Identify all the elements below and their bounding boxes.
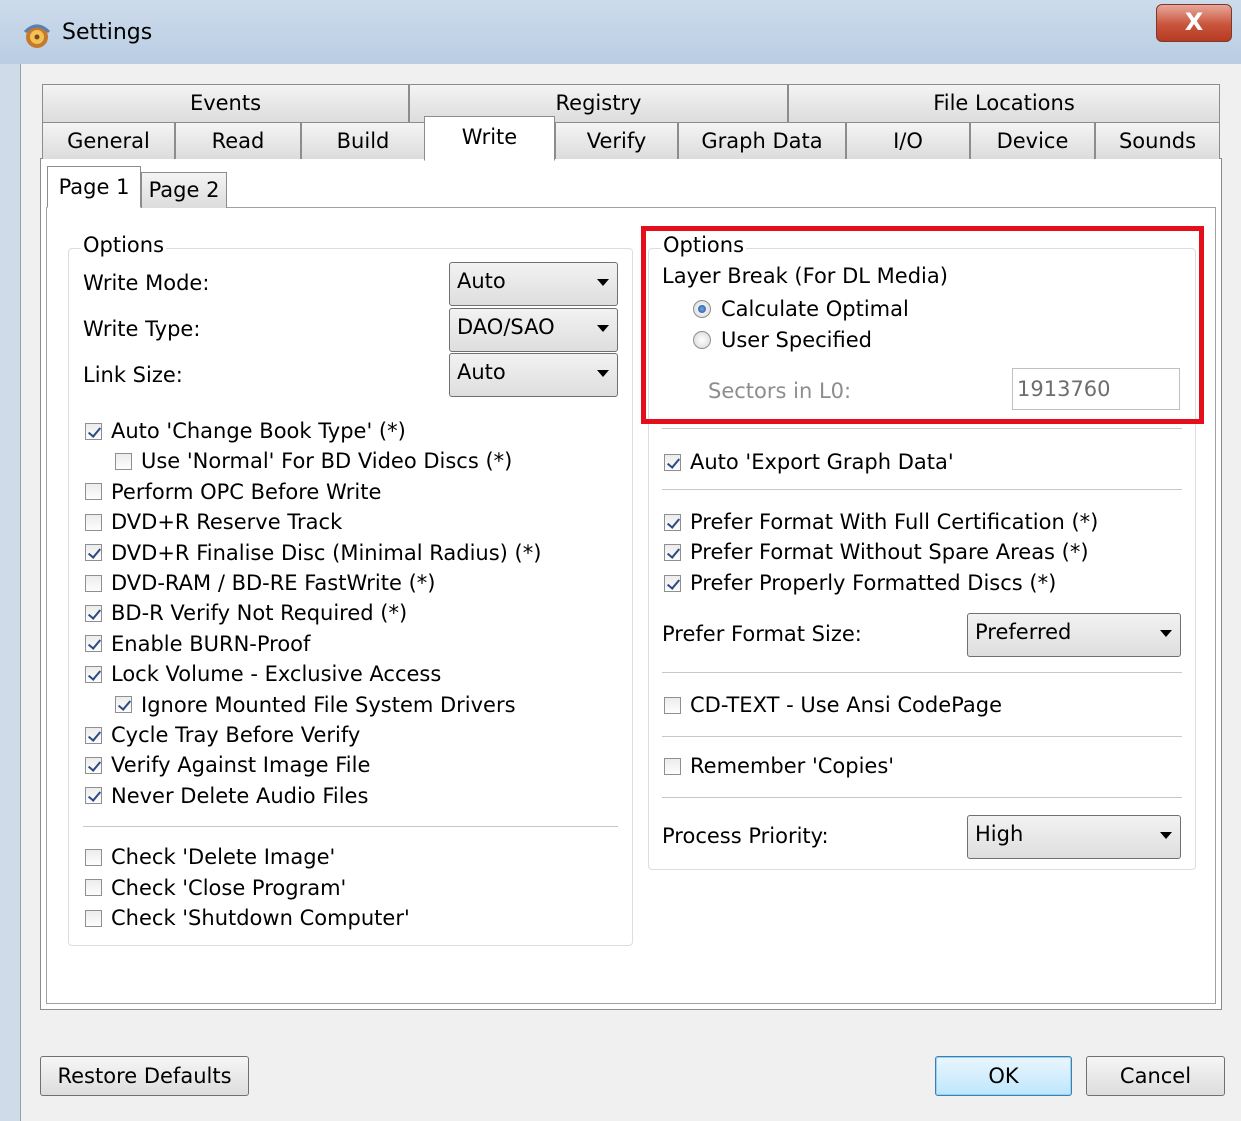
chevron-down-icon bbox=[1160, 630, 1172, 637]
write-type-label: Write Type: bbox=[83, 317, 201, 341]
link-size-label: Link Size: bbox=[83, 363, 183, 387]
divider bbox=[662, 672, 1182, 673]
format-size-dropdown[interactable]: Preferred bbox=[967, 613, 1181, 657]
tab-write[interactable]: Write bbox=[424, 116, 555, 161]
tab-verify[interactable]: Verify bbox=[555, 122, 678, 159]
checkbox-item[interactable]: Check 'Shutdown Computer' bbox=[85, 906, 410, 930]
chevron-down-icon bbox=[597, 279, 609, 286]
options-legend-left: Options bbox=[81, 233, 167, 257]
restore-defaults-button[interactable]: Restore Defaults bbox=[40, 1056, 249, 1096]
format-size-label: Prefer Format Size: bbox=[662, 622, 862, 646]
checkbox-item[interactable]: DVD-RAM / BD-RE FastWrite (*) bbox=[85, 571, 435, 595]
checkbox-icon bbox=[664, 543, 681, 561]
process-priority-dropdown[interactable]: High bbox=[967, 815, 1181, 859]
checkbox-icon bbox=[85, 879, 102, 896]
tab-read[interactable]: Read bbox=[175, 122, 301, 159]
checkbox-icon bbox=[85, 483, 102, 501]
checkbox-item[interactable]: Ignore Mounted File System Drivers bbox=[115, 693, 516, 717]
close-icon: X bbox=[1184, 8, 1204, 36]
tab-device[interactable]: Device bbox=[970, 122, 1095, 159]
checkbox-icon bbox=[85, 422, 102, 440]
checkbox-icon bbox=[85, 787, 102, 805]
checkbox-item[interactable]: Check 'Close Program' bbox=[85, 876, 346, 900]
title-bar[interactable] bbox=[0, 0, 1241, 64]
divider bbox=[662, 797, 1182, 798]
checkbox-item[interactable]: Enable BURN-Proof bbox=[85, 632, 310, 656]
checkbox-item[interactable]: Perform OPC Before Write bbox=[85, 480, 381, 504]
checkbox-prefer-full-certification[interactable]: Prefer Format With Full Certification (*… bbox=[664, 510, 1098, 534]
tab-file-locations[interactable]: File Locations bbox=[788, 84, 1220, 122]
tab-general[interactable]: General bbox=[42, 122, 175, 159]
divider bbox=[662, 489, 1182, 490]
checkbox-icon bbox=[85, 909, 102, 927]
checkbox-icon bbox=[85, 544, 102, 562]
checkbox-item[interactable]: Never Delete Audio Files bbox=[85, 784, 368, 808]
checkbox-icon bbox=[85, 574, 102, 592]
checkbox-prefer-no-spare-areas[interactable]: Prefer Format Without Spare Areas (*) bbox=[664, 540, 1089, 564]
tab-events[interactable]: Events bbox=[42, 84, 409, 122]
subtab-page-1[interactable]: Page 1 bbox=[47, 166, 141, 208]
checkbox-icon bbox=[664, 757, 681, 775]
checkbox-icon bbox=[115, 696, 132, 714]
cancel-button[interactable]: Cancel bbox=[1086, 1056, 1225, 1096]
write-mode-label: Write Mode: bbox=[83, 271, 210, 295]
chevron-down-icon bbox=[597, 325, 609, 332]
process-priority-label: Process Priority: bbox=[662, 824, 829, 848]
checkbox-icon bbox=[85, 604, 102, 622]
checkbox-cd-text[interactable]: CD-TEXT - Use Ansi CodePage bbox=[664, 693, 1002, 717]
checkbox-item[interactable]: Check 'Delete Image' bbox=[85, 845, 335, 869]
checkbox-export-graph[interactable]: Auto 'Export Graph Data' bbox=[664, 450, 954, 474]
tab-build[interactable]: Build bbox=[301, 122, 425, 159]
chevron-down-icon bbox=[1160, 832, 1172, 839]
checkbox-icon bbox=[664, 453, 681, 471]
write-type-dropdown[interactable]: DAO/SAO bbox=[449, 308, 618, 352]
checkbox-icon bbox=[85, 848, 102, 866]
chevron-down-icon bbox=[597, 370, 609, 377]
write-mode-dropdown[interactable]: Auto bbox=[449, 262, 618, 306]
tab-io[interactable]: I/O bbox=[846, 122, 970, 159]
checkbox-item[interactable]: DVD+R Finalise Disc (Minimal Radius) (*) bbox=[85, 541, 541, 565]
checkbox-icon bbox=[85, 726, 102, 744]
divider bbox=[662, 736, 1182, 737]
ok-button[interactable]: OK bbox=[935, 1056, 1072, 1096]
app-icon bbox=[23, 24, 51, 48]
checkbox-item[interactable]: Auto 'Change Book Type' (*) bbox=[85, 419, 406, 443]
checkbox-icon bbox=[664, 574, 681, 592]
checkbox-icon bbox=[115, 452, 132, 470]
checkbox-item[interactable]: Lock Volume - Exclusive Access bbox=[85, 662, 441, 686]
link-size-dropdown[interactable]: Auto bbox=[449, 353, 618, 397]
checkbox-item[interactable]: Use 'Normal' For BD Video Discs (*) bbox=[115, 449, 512, 473]
window-title: Settings bbox=[62, 20, 153, 45]
tab-sounds[interactable]: Sounds bbox=[1095, 122, 1220, 159]
divider bbox=[83, 826, 618, 827]
subtab-page-2[interactable]: Page 2 bbox=[141, 172, 227, 208]
checkbox-icon bbox=[85, 665, 102, 683]
checkbox-item[interactable]: Cycle Tray Before Verify bbox=[85, 723, 360, 747]
checkbox-icon bbox=[85, 635, 102, 653]
checkbox-remember-copies[interactable]: Remember 'Copies' bbox=[664, 754, 894, 778]
checkbox-item[interactable]: Verify Against Image File bbox=[85, 753, 370, 777]
tab-graph-data[interactable]: Graph Data bbox=[678, 122, 846, 159]
highlight-box bbox=[641, 226, 1204, 424]
checkbox-icon bbox=[85, 756, 102, 774]
checkbox-icon bbox=[664, 696, 681, 714]
checkbox-item[interactable]: DVD+R Reserve Track bbox=[85, 510, 342, 534]
checkbox-item[interactable]: BD-R Verify Not Required (*) bbox=[85, 601, 407, 625]
checkbox-icon bbox=[664, 513, 681, 531]
checkbox-prefer-properly-formatted[interactable]: Prefer Properly Formatted Discs (*) bbox=[664, 571, 1056, 595]
close-button[interactable]: X bbox=[1156, 4, 1232, 42]
checkbox-icon bbox=[85, 513, 102, 531]
divider bbox=[662, 428, 1182, 429]
